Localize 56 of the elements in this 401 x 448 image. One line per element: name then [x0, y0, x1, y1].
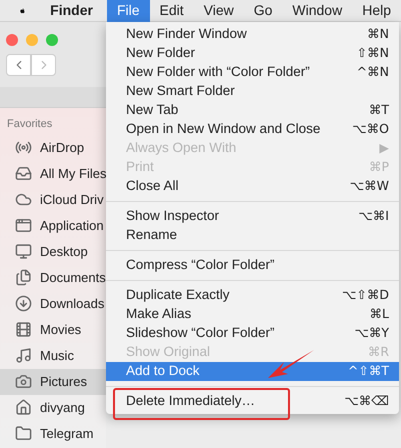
sidebar-heading: Favorites — [7, 117, 54, 132]
sidebar-item[interactable]: Pictures — [0, 368, 106, 394]
menu-title[interactable]: Go — [244, 0, 282, 22]
menu-item[interactable]: Open in New Window and Close ⌥⌘O — [106, 120, 399, 139]
menu-item[interactable]: Show Inspector ⌥⌘I — [106, 207, 399, 226]
menu-item: Show Original ⌘R — [125, 343, 390, 362]
music-note-icon — [15, 347, 32, 364]
menu-item[interactable]: New Folder with “Color Folder” ^⌘N — [106, 63, 399, 82]
menu-title[interactable]: Edit — [150, 0, 194, 22]
sidebar-item[interactable]: Desktop — [0, 238, 106, 264]
sidebar-item[interactable]: Telegram — [0, 420, 106, 446]
film-icon — [15, 321, 32, 338]
sidebar-item[interactable]: iCloud Driv — [0, 186, 106, 212]
menu-item[interactable]: Slideshow “Color Folder” ⌥⌘Y — [106, 324, 399, 343]
menu-item[interactable]: Make Alias ⌘L — [106, 305, 399, 324]
menu-item: Print ⌘P — [125, 158, 390, 176]
sidebar-item[interactable]: Application — [0, 212, 106, 238]
sidebar-item[interactable]: Music — [0, 342, 106, 368]
app-icon — [15, 217, 32, 234]
menu-item: Always Open With ▶ — [125, 139, 390, 158]
app-name[interactable]: Finder — [50, 0, 93, 21]
menu-title[interactable]: Window — [282, 0, 352, 22]
sidebar-item[interactable]: Downloads — [0, 290, 106, 316]
sidebar-item[interactable]: Movies — [0, 316, 106, 342]
menu-item[interactable]: Close All ⌥⌘W — [106, 177, 399, 196]
menu-item[interactable]: Delete Immediately… ⌥⌘⌫ — [106, 392, 399, 411]
menu-item[interactable]: New Tab ⌘T — [106, 101, 399, 120]
folder-icon — [15, 425, 32, 442]
menu-item[interactable]: New Finder Window ⌘N — [106, 25, 399, 44]
close-icon[interactable] — [6, 34, 18, 46]
sidebar-item[interactable]: divyang — [0, 394, 106, 420]
menu-title[interactable]: File — [106, 0, 150, 22]
sidebar-item[interactable]: All My Files — [0, 160, 106, 186]
menu-title[interactable]: View — [194, 0, 244, 22]
menu-item[interactable]: Compress “Color Folder” — [106, 256, 399, 275]
menu-item[interactable]: Rename — [106, 226, 399, 245]
menu-item[interactable]: New Smart Folder — [106, 82, 399, 101]
zoom-icon[interactable] — [46, 34, 58, 46]
tray-icon — [15, 165, 32, 182]
back-button[interactable] — [6, 54, 31, 76]
forward-button[interactable] — [31, 54, 56, 76]
download-icon — [15, 295, 32, 312]
cloud-icon — [15, 191, 32, 208]
camera-icon — [15, 373, 32, 390]
house-icon — [15, 399, 32, 416]
menu-item[interactable]: Add to Dock ^⇧⌘T — [106, 362, 399, 381]
monitor-icon — [15, 243, 32, 260]
menu-title[interactable]: Help — [352, 0, 401, 22]
minimize-icon[interactable] — [26, 34, 38, 46]
menu-item[interactable]: Duplicate Exactly ⌥⇧⌘D — [106, 286, 399, 305]
airdrop-icon — [15, 139, 32, 156]
sidebar-item[interactable]: Documents — [0, 264, 106, 290]
sidebar-item[interactable]: AirDrop — [0, 134, 106, 160]
documents-icon — [15, 269, 32, 286]
menu-item[interactable]: New Folder ⇧⌘N — [106, 44, 399, 63]
arrow-icon — [266, 348, 316, 380]
